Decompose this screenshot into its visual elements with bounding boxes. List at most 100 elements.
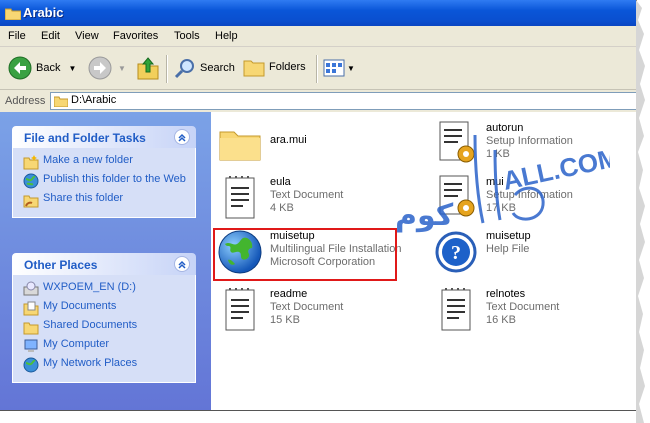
place-drive-d[interactable]: WXPOEM_EN (D:): [23, 281, 195, 297]
file-size: 1 KB: [486, 148, 510, 160]
panel-header[interactable]: Other Places: [12, 253, 196, 275]
folder-icon: [54, 96, 68, 107]
forward-button[interactable]: ▼: [88, 56, 126, 80]
file-name: eula: [270, 176, 291, 188]
share-folder-icon: [23, 195, 39, 208]
file-size: 15 KB: [270, 314, 300, 326]
other-places-panel: Other Places WXPOEM_EN (D:) My Documents…: [12, 253, 196, 383]
address-label: Address: [5, 95, 46, 107]
task-label: Publish this folder to the Web: [43, 173, 186, 185]
collapse-chevron-icon[interactable]: [174, 129, 190, 145]
panel-body: Make a new folder Publish this folder to…: [12, 148, 196, 218]
collapse-chevron-icon[interactable]: [174, 256, 190, 272]
up-folder-icon: [137, 57, 159, 80]
file-item[interactable]: eula Text Document 4 KB: [216, 174, 416, 224]
publish-web-icon: [23, 173, 39, 189]
chevron-down-icon[interactable]: ▼: [68, 64, 76, 73]
menu-help[interactable]: Help: [215, 30, 238, 42]
address-bar: Address D:\Arabic: [0, 90, 636, 113]
search-label: Search: [200, 62, 235, 74]
file-type: Setup Information: [486, 135, 573, 147]
new-folder-icon: [23, 155, 39, 170]
folder-icon: [219, 131, 261, 161]
menu-file[interactable]: File: [8, 30, 26, 42]
publish-folder-link[interactable]: Publish this folder to the Web: [23, 173, 195, 189]
help-file-icon: ?: [435, 231, 477, 273]
place-label: My Computer: [43, 338, 110, 350]
file-item[interactable]: readme Text Document 15 KB: [216, 286, 416, 336]
place-label: WXPOEM_EN (D:): [43, 281, 136, 293]
place-label: Shared Documents: [43, 319, 138, 331]
file-item[interactable]: relnotes Text Document 16 KB: [432, 286, 632, 336]
place-shared-documents[interactable]: Shared Documents: [23, 319, 195, 335]
file-name: readme: [270, 288, 308, 300]
file-item[interactable]: ara.mui: [216, 120, 416, 170]
place-label: My Network Places: [43, 357, 138, 369]
file-size: 4 KB: [270, 202, 294, 214]
folders-label: Folders: [269, 61, 306, 73]
address-input[interactable]: D:\Arabic: [50, 92, 636, 110]
file-folder-tasks-panel: File and Folder Tasks Make a new folder …: [12, 126, 196, 218]
forward-arrow-icon: [88, 56, 112, 80]
views-button[interactable]: ▼: [323, 58, 355, 78]
address-path: D:\Arabic: [71, 94, 117, 106]
place-my-computer[interactable]: My Computer: [23, 338, 195, 354]
make-new-folder-link[interactable]: Make a new folder: [23, 154, 195, 170]
file-type: Text Document: [270, 301, 344, 313]
file-name: muisetup: [486, 230, 531, 242]
file-name: relnotes: [486, 288, 526, 300]
file-name: mui: [486, 176, 504, 188]
torn-edge: [636, 0, 645, 423]
cd-drive-icon: [23, 281, 39, 296]
my-computer-icon: [24, 339, 38, 352]
share-folder-link[interactable]: Share this folder: [23, 192, 195, 208]
highlight-box: [213, 228, 397, 281]
task-label: Share this folder: [43, 192, 124, 204]
file-name: autorun: [486, 122, 524, 134]
back-label: Back: [36, 62, 61, 74]
place-my-network-places[interactable]: My Network Places: [23, 357, 195, 373]
folders-icon: [243, 60, 265, 77]
search-icon: [174, 59, 194, 79]
file-type: Text Document: [486, 301, 560, 313]
file-size: 16 KB: [486, 314, 516, 326]
chevron-down-icon[interactable]: ▼: [347, 64, 355, 73]
panel-header[interactable]: File and Folder Tasks: [12, 126, 196, 148]
network-places-icon: [23, 357, 39, 373]
search-button[interactable]: Search: [174, 57, 235, 79]
folder-icon: [4, 7, 22, 23]
back-arrow-icon: [8, 56, 32, 80]
title-bar[interactable]: Arabic: [0, 0, 636, 26]
file-item[interactable]: ? muisetup Help File: [432, 228, 632, 278]
menu-tools[interactable]: Tools: [174, 30, 200, 42]
chevron-down-icon[interactable]: ▼: [118, 64, 126, 73]
views-icon: [323, 59, 345, 77]
place-label: My Documents: [43, 300, 117, 312]
file-type: Setup Information: [486, 189, 573, 201]
file-name: ara.mui: [270, 134, 307, 146]
menu-view[interactable]: View: [75, 30, 99, 42]
toolbar: Back ▼ ▼ Search Folders ▼: [0, 47, 636, 90]
explorer-window: Arabic File Edit View Favorites Tools He…: [0, 0, 637, 411]
svg-text:?: ?: [451, 242, 461, 264]
file-item[interactable]: mui Setup Information 17 KB: [432, 174, 632, 224]
menu-edit[interactable]: Edit: [41, 30, 60, 42]
settings-file-icon: [439, 175, 475, 217]
back-button[interactable]: Back ▼: [8, 56, 76, 80]
text-document-icon: [441, 288, 471, 331]
shared-documents-icon: [23, 322, 39, 335]
window-title: Arabic: [23, 5, 64, 20]
text-document-icon: [225, 288, 255, 331]
file-item[interactable]: autorun Setup Information 1 KB: [432, 120, 632, 170]
panel-body: WXPOEM_EN (D:) My Documents Shared Docum…: [12, 275, 196, 383]
place-my-documents[interactable]: My Documents: [23, 300, 195, 316]
up-folder-button[interactable]: [137, 56, 159, 80]
menu-favorites[interactable]: Favorites: [113, 30, 158, 42]
task-pane: File and Folder Tasks Make a new folder …: [0, 112, 211, 410]
folders-button[interactable]: Folders: [243, 57, 306, 77]
menu-bar: File Edit View Favorites Tools Help: [0, 26, 636, 47]
my-documents-icon: [23, 301, 39, 316]
file-type: Help File: [486, 243, 530, 255]
panel-title: Other Places: [24, 258, 98, 272]
text-document-icon: [225, 176, 255, 219]
